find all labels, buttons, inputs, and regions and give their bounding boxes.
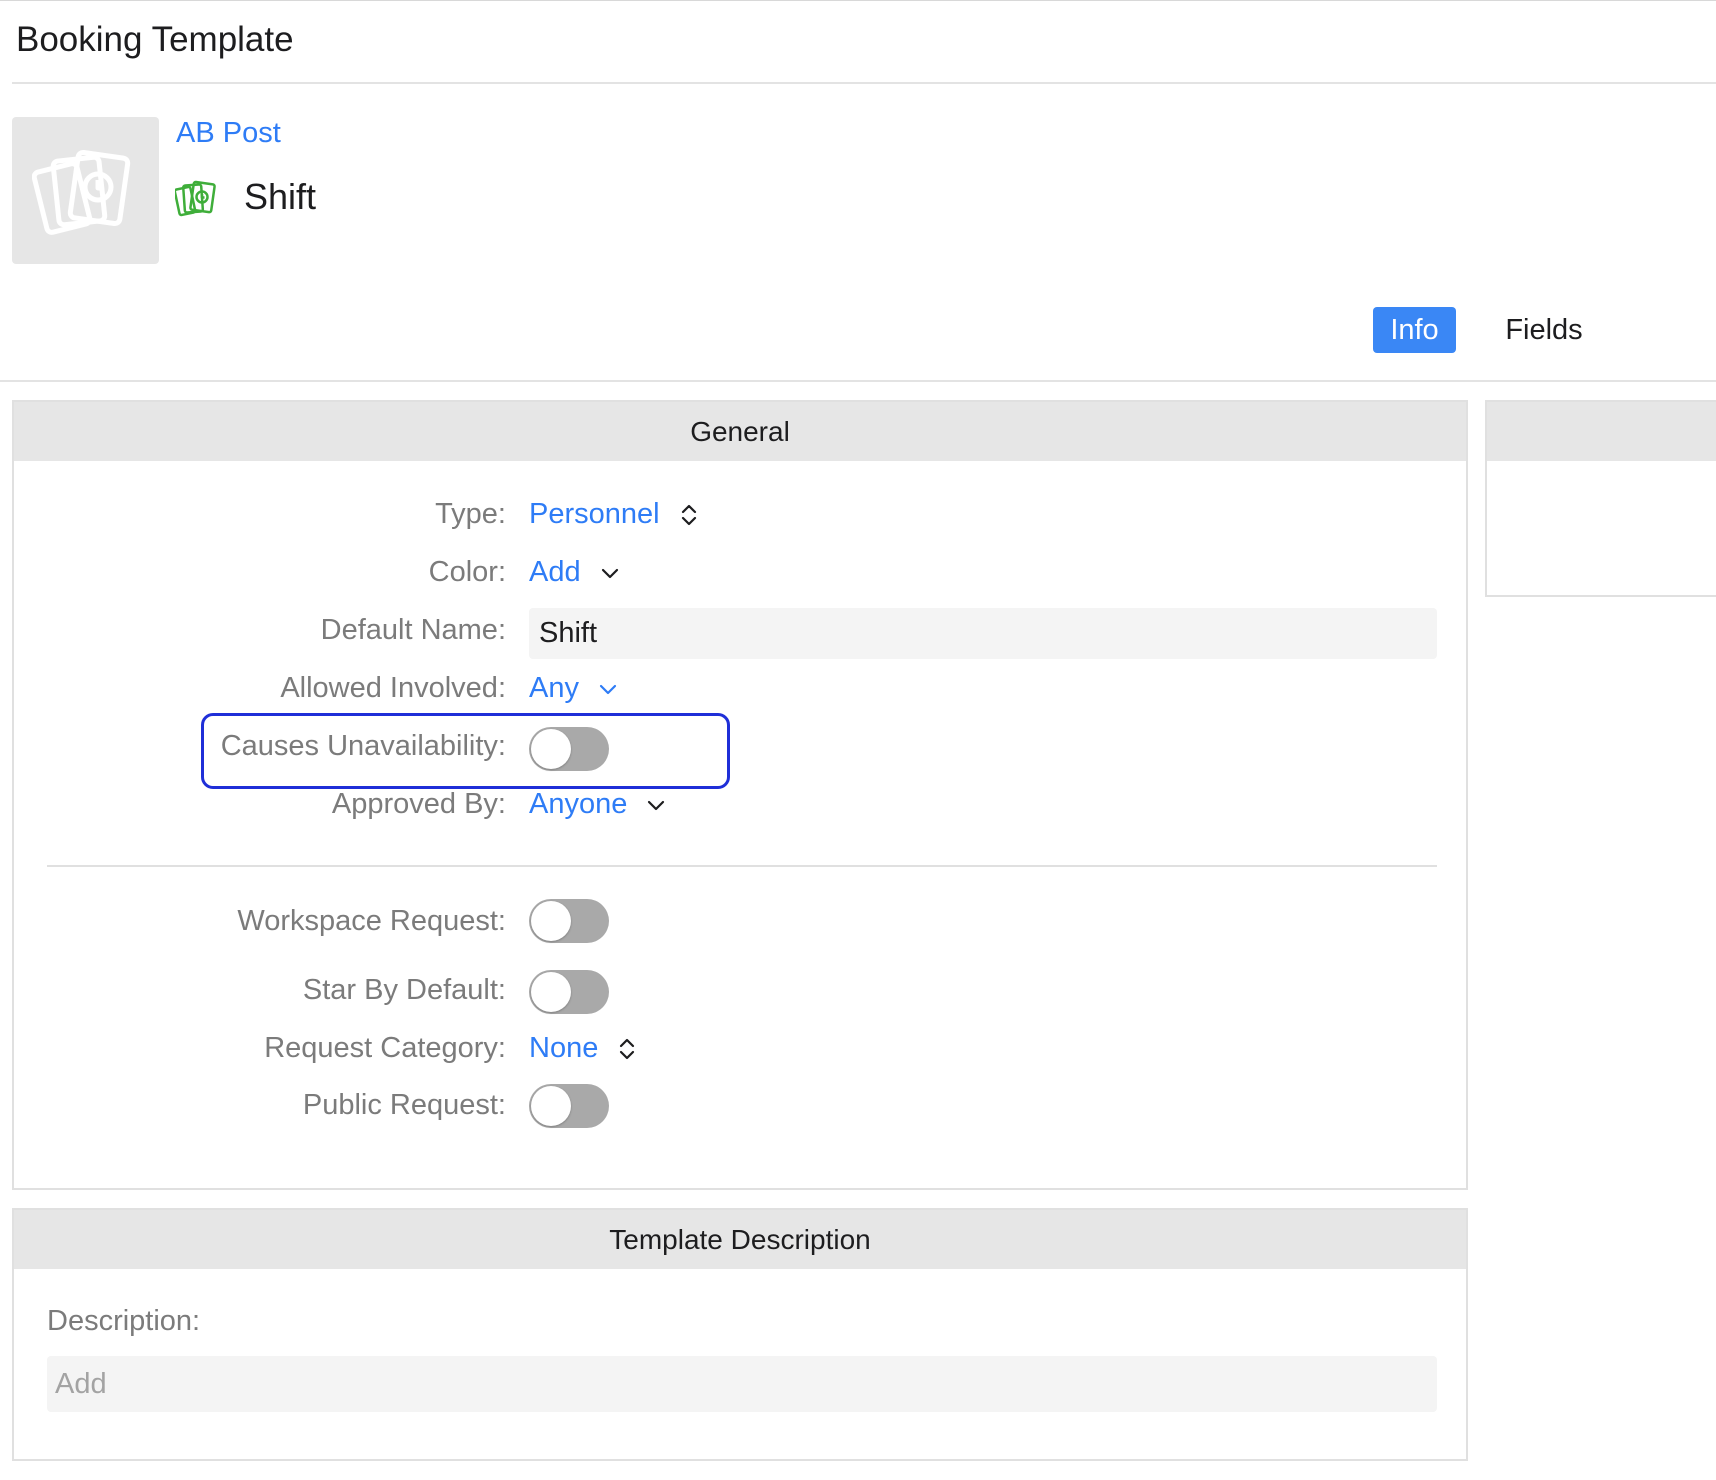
request-category-label: Request Category: xyxy=(264,1032,506,1064)
chevron-down-icon xyxy=(599,685,617,695)
allowed-involved-value: Any xyxy=(529,672,579,704)
default-name-label: Default Name: xyxy=(320,614,506,646)
causes-unavailability-label: Causes Unavailability: xyxy=(220,730,506,762)
type-select[interactable]: Personnel xyxy=(529,498,698,531)
color-label: Color: xyxy=(428,556,506,588)
approved-by-value: Anyone xyxy=(529,788,628,820)
default-name-field[interactable]: Shift xyxy=(529,608,1437,659)
request-category-select[interactable]: None xyxy=(529,1032,636,1065)
toggle-knob xyxy=(531,972,571,1012)
approved-by-dropdown[interactable]: Anyone xyxy=(529,788,665,821)
description-field[interactable]: Add xyxy=(47,1356,1437,1412)
star-by-default-label: Star By Default: xyxy=(302,974,506,1006)
color-dropdown[interactable]: Add xyxy=(529,556,619,589)
toggle-knob xyxy=(531,729,571,769)
section-divider xyxy=(47,865,1437,867)
chevron-down-icon xyxy=(648,801,665,811)
top-border xyxy=(0,0,1716,1)
tabs-divider xyxy=(0,380,1716,382)
type-label: Type: xyxy=(435,498,506,530)
public-request-label: Public Request: xyxy=(302,1089,506,1121)
allowed-involved-dropdown[interactable]: Any xyxy=(529,672,617,705)
causes-unavailability-toggle[interactable] xyxy=(529,727,609,771)
workspace-request-toggle[interactable] xyxy=(529,899,609,943)
general-panel-title: General xyxy=(14,402,1466,461)
tab-info[interactable]: Info xyxy=(1373,307,1456,353)
side-panel xyxy=(1485,400,1716,597)
tab-fields[interactable]: Fields xyxy=(1494,307,1594,353)
template-description-panel: Template Description Description: Add xyxy=(12,1208,1468,1461)
public-request-toggle[interactable] xyxy=(529,1084,609,1128)
type-value: Personnel xyxy=(529,498,660,530)
request-category-value: None xyxy=(529,1032,599,1064)
up-down-chevron-icon xyxy=(681,505,696,526)
template-name: Shift xyxy=(244,176,317,217)
toggle-knob xyxy=(531,901,571,941)
title-divider xyxy=(12,82,1716,84)
star-by-default-toggle[interactable] xyxy=(529,970,609,1014)
cards-clock-icon xyxy=(32,149,131,235)
template-thumbnail[interactable] xyxy=(12,117,159,264)
side-panel-header xyxy=(1487,402,1716,461)
allowed-involved-label: Allowed Involved: xyxy=(280,672,506,704)
approved-by-label: Approved By: xyxy=(331,788,506,820)
description-panel-title: Template Description xyxy=(14,1210,1466,1269)
color-value: Add xyxy=(529,556,581,588)
page-title: Booking Template xyxy=(16,20,294,59)
general-panel: General Type: Personnel Color: Add Defau… xyxy=(12,400,1468,1190)
up-down-chevron-icon xyxy=(620,1039,635,1060)
booking-template-window: Booking Template AB Post Shift Info Fiel… xyxy=(0,0,1716,1480)
toggle-knob xyxy=(531,1086,571,1126)
category-link[interactable]: AB Post xyxy=(176,117,281,150)
chevron-down-icon xyxy=(601,569,618,579)
description-label: Description: xyxy=(47,1305,201,1337)
template-type-icon xyxy=(173,180,219,223)
workspace-request-label: Workspace Request: xyxy=(237,905,506,937)
